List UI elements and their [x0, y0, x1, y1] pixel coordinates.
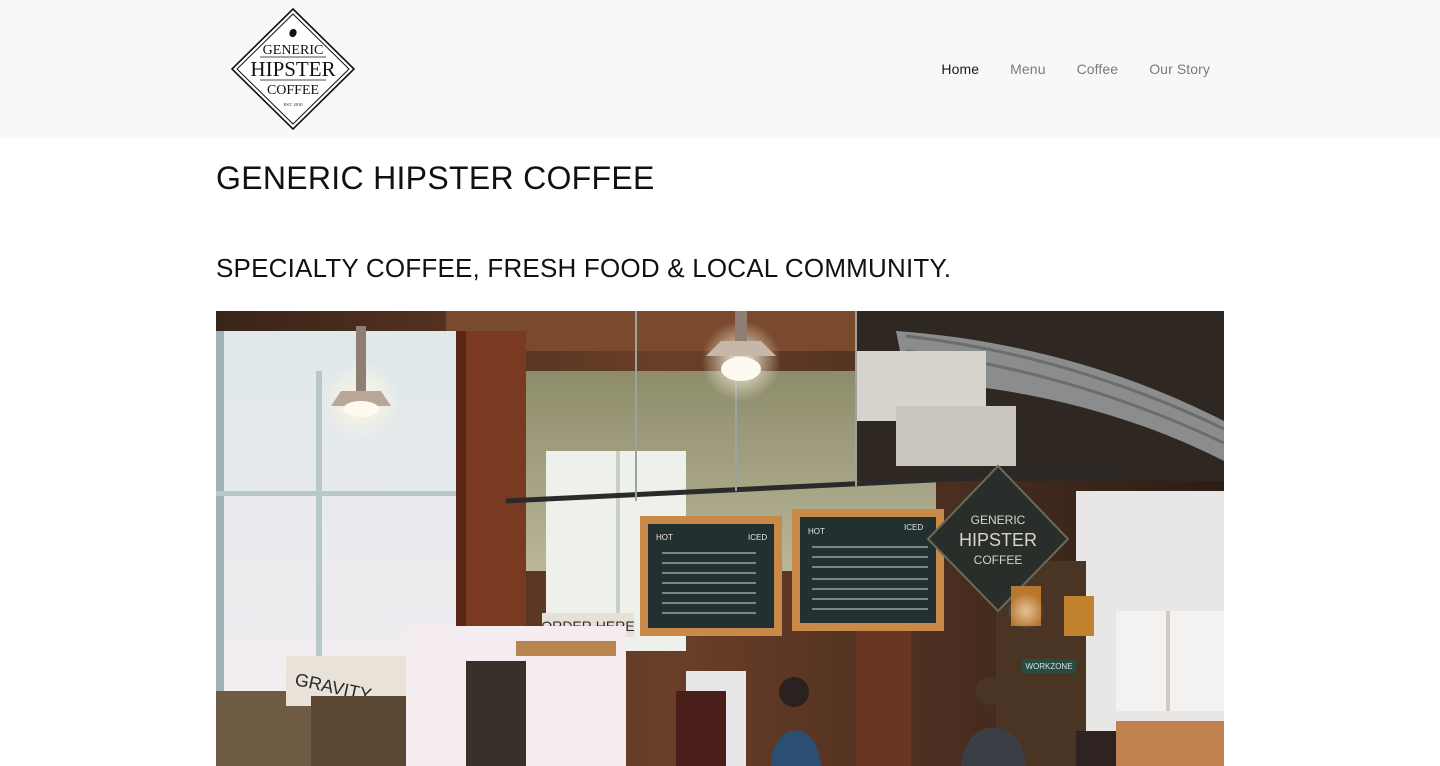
logo-est: EST. 2010 — [284, 102, 304, 107]
svg-text:COFFEE: COFFEE — [974, 553, 1023, 567]
nav-coffee[interactable]: Coffee — [1077, 60, 1119, 78]
svg-text:GENERIC: GENERIC — [971, 513, 1026, 527]
site-header: GENERIC HIPSTER COFFEE EST. 2010 Home Me… — [0, 0, 1440, 138]
logo-link[interactable]: GENERIC HIPSTER COFFEE EST. 2010 — [230, 7, 356, 131]
svg-text:WORKZONE: WORKZONE — [1025, 662, 1072, 671]
svg-text:HOT: HOT — [656, 533, 673, 542]
tagline: SPECIALTY COFFEE, FRESH FOOD & LOCAL COM… — [216, 253, 952, 283]
nav-menu[interactable]: Menu — [1010, 60, 1045, 78]
svg-text:ICED: ICED — [904, 523, 923, 532]
main-nav: Home Menu Coffee Our Story — [941, 60, 1210, 78]
nav-our-story[interactable]: Our Story — [1149, 60, 1210, 78]
svg-text:HOT: HOT — [808, 527, 825, 536]
logo-line1: GENERIC — [263, 43, 324, 58]
chalkboard-left: HOT ICED — [640, 516, 782, 636]
svg-text:HIPSTER: HIPSTER — [959, 530, 1037, 550]
logo-line3: COFFEE — [267, 83, 319, 98]
hero-image: HOT ICED HOT ICED GENERIC HIPSTER COFFEE… — [216, 311, 1224, 766]
chalkboard-right: HOT ICED — [792, 509, 944, 631]
nav-home[interactable]: Home — [941, 60, 979, 78]
cafe-interior-photo: HOT ICED HOT ICED GENERIC HIPSTER COFFEE… — [216, 311, 1224, 766]
page-title: GENERIC HIPSTER COFFEE — [216, 160, 655, 196]
logo: GENERIC HIPSTER COFFEE EST. 2010 — [230, 7, 356, 131]
svg-text:ICED: ICED — [748, 533, 767, 542]
workzone-sign: WORKZONE — [1022, 659, 1076, 673]
logo-line2: HIPSTER — [250, 57, 335, 81]
